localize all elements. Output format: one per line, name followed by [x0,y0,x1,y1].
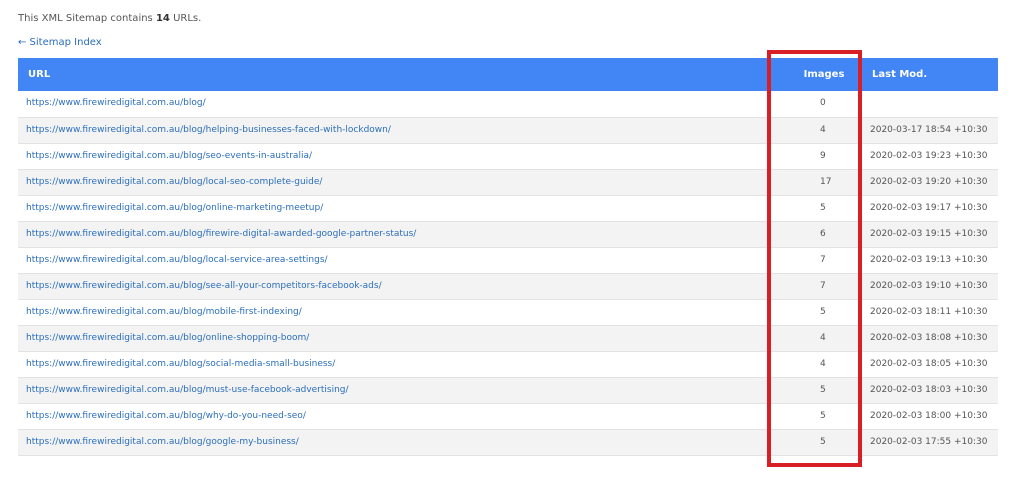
table-row: https://www.firewiredigital.com.au/blog/… [18,325,998,351]
images-count-cell: 5 [820,384,826,395]
url-link[interactable]: https://www.firewiredigital.com.au/blog/… [26,203,323,213]
url-cell: https://www.firewiredigital.com.au/blog/… [18,429,780,455]
table-row: https://www.firewiredigital.com.au/blog/… [18,403,998,429]
last-mod-cell: 2020-02-03 19:15 +10:30 [870,228,988,239]
url-count: 14 [155,13,170,24]
url-link[interactable]: https://www.firewiredigital.com.au/blog/… [26,177,322,187]
sitemap-intro: This XML Sitemap contains 14 URLs. [18,12,201,26]
last-mod-cell: 2020-02-03 18:11 +10:30 [870,306,988,317]
last-mod-cell: 2020-02-03 18:03 +10:30 [870,384,988,395]
url-link[interactable]: https://www.firewiredigital.com.au/blog/… [26,229,416,239]
images-count-cell: 5 [820,306,826,317]
table-row: https://www.firewiredigital.com.au/blog/… [18,299,998,325]
table-row: https://www.firewiredigital.com.au/blog/… [18,221,998,247]
table-row: https://www.firewiredigital.com.au/blog/… [18,143,998,169]
images-count-cell: 4 [820,124,826,135]
url-cell: https://www.firewiredigital.com.au/blog/… [18,351,780,377]
url-link[interactable]: https://www.firewiredigital.com.au/blog/… [26,125,391,135]
url-link[interactable]: https://www.firewiredigital.com.au/blog/… [26,437,299,447]
table-row: https://www.firewiredigital.com.au/blog/… [18,247,998,273]
last-mod-cell [868,91,998,117]
sitemap-table: URL Images Last Mod. https://www.firewir… [18,58,998,456]
table-row: https://www.firewiredigital.com.au/blog/… [18,429,998,455]
table-row: https://www.firewiredigital.com.au/blog/… [18,169,998,195]
table-header-row: URL Images Last Mod. [18,58,998,91]
images-count-cell: 5 [820,436,826,447]
images-count-cell: 5 [820,202,826,213]
last-mod-cell: 2020-02-03 18:08 +10:30 [870,332,988,343]
intro-suffix: URLs. [173,13,202,24]
url-link[interactable]: https://www.firewiredigital.com.au/blog/… [26,385,349,395]
images-count-cell: 5 [820,410,826,421]
images-count-cell: 7 [820,254,826,265]
last-mod-cell: 2020-02-03 19:10 +10:30 [870,280,988,291]
images-count-cell: 4 [820,332,826,343]
table-row: https://www.firewiredigital.com.au/blog/… [18,91,998,117]
url-cell: https://www.firewiredigital.com.au/blog/… [18,169,780,195]
last-mod-cell: 2020-02-03 19:23 +10:30 [870,150,988,161]
last-mod-cell: 2020-02-03 19:20 +10:30 [870,176,988,187]
url-cell: https://www.firewiredigital.com.au/blog/… [18,247,780,273]
header-images[interactable]: Images [780,58,868,91]
url-cell: https://www.firewiredigital.com.au/blog/… [18,273,780,299]
table-row: https://www.firewiredigital.com.au/blog/… [18,377,998,403]
table-body: https://www.firewiredigital.com.au/blog/… [18,91,998,455]
last-mod-cell: 2020-02-03 18:00 +10:30 [870,410,988,421]
header-last-mod[interactable]: Last Mod. [868,58,998,91]
header-url[interactable]: URL [18,58,780,91]
sitemap-table-container: URL Images Last Mod. https://www.firewir… [18,58,998,456]
last-mod-cell: 2020-02-03 19:13 +10:30 [870,254,988,265]
url-cell: https://www.firewiredigital.com.au/blog/… [18,143,780,169]
table-row: https://www.firewiredigital.com.au/blog/… [18,273,998,299]
images-count-cell: 9 [820,150,826,161]
url-cell: https://www.firewiredigital.com.au/blog/… [18,195,780,221]
last-mod-cell: 2020-02-03 18:05 +10:30 [870,358,988,369]
intro-prefix: This XML Sitemap contains [18,13,153,24]
last-mod-cell: 2020-02-03 17:55 +10:30 [870,436,988,447]
table-row: https://www.firewiredigital.com.au/blog/… [18,195,998,221]
url-link[interactable]: https://www.firewiredigital.com.au/blog/… [26,411,306,421]
url-cell: https://www.firewiredigital.com.au/blog/… [18,221,780,247]
url-cell: https://www.firewiredigital.com.au/blog/… [18,377,780,403]
url-link[interactable]: https://www.firewiredigital.com.au/blog/… [26,307,302,317]
url-link[interactable]: https://www.firewiredigital.com.au/blog/… [26,281,382,291]
url-link[interactable]: https://www.firewiredigital.com.au/blog/ [26,98,206,108]
images-count-cell: 4 [820,358,826,369]
last-mod-cell: 2020-02-03 19:17 +10:30 [870,202,988,213]
table-row: https://www.firewiredigital.com.au/blog/… [18,117,998,143]
url-link[interactable]: https://www.firewiredigital.com.au/blog/… [26,255,328,265]
url-link[interactable]: https://www.firewiredigital.com.au/blog/… [26,151,312,161]
url-cell: https://www.firewiredigital.com.au/blog/… [18,299,780,325]
table-row: https://www.firewiredigital.com.au/blog/… [18,351,998,377]
last-mod-cell: 2020-03-17 18:54 +10:30 [870,124,988,135]
url-cell: https://www.firewiredigital.com.au/blog/… [18,325,780,351]
url-link[interactable]: https://www.firewiredigital.com.au/blog/… [26,333,309,343]
url-cell: https://www.firewiredigital.com.au/blog/ [18,91,780,117]
sitemap-index-link[interactable]: ← Sitemap Index [18,36,102,50]
url-cell: https://www.firewiredigital.com.au/blog/… [18,117,780,143]
images-count-cell: 17 [820,176,832,187]
images-count-cell: 6 [820,228,826,239]
images-count-cell: 0 [820,98,826,109]
url-cell: https://www.firewiredigital.com.au/blog/… [18,403,780,429]
images-count-cell: 7 [820,280,826,291]
url-link[interactable]: https://www.firewiredigital.com.au/blog/… [26,359,335,369]
